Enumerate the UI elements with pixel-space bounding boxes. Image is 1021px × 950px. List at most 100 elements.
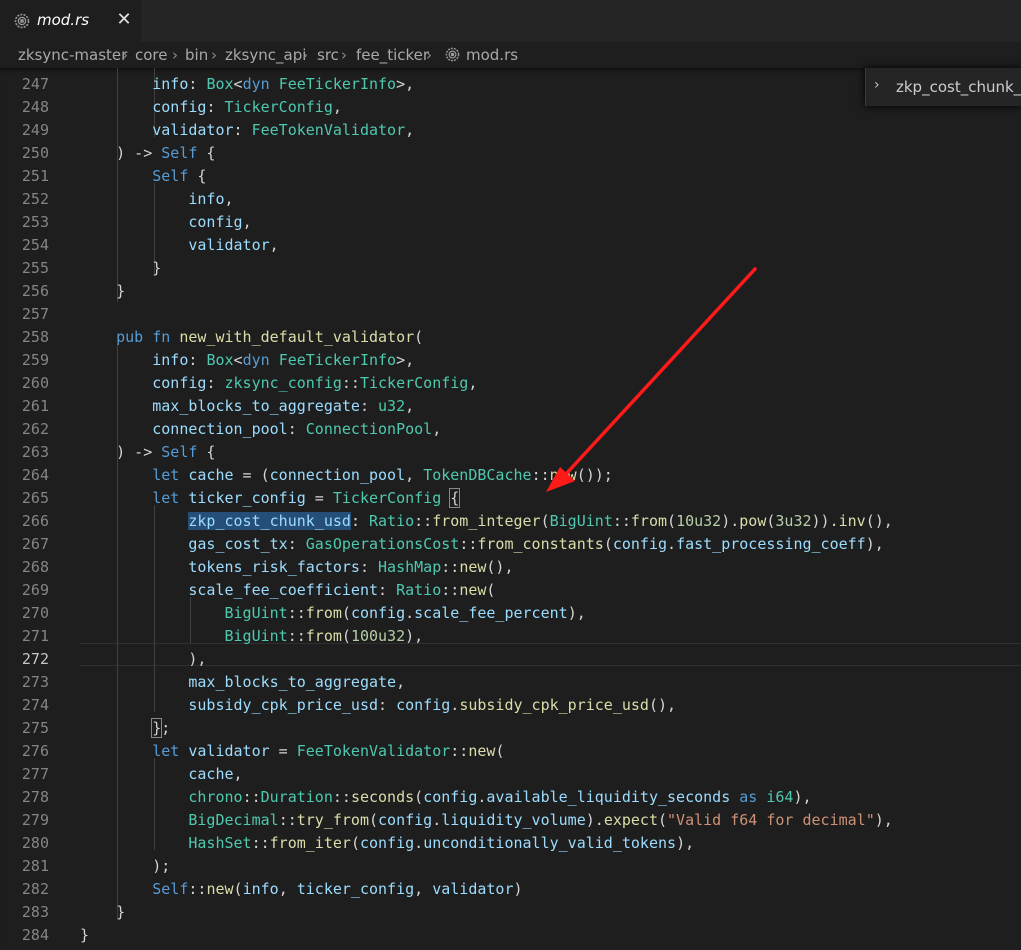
code-line[interactable]: 272 ), bbox=[0, 648, 1021, 671]
code-line[interactable]: 251 Self { bbox=[0, 165, 1021, 188]
line-number: 257 bbox=[21, 305, 49, 323]
code-line[interactable]: 279 BigDecimal::try_from(config.liquidit… bbox=[0, 809, 1021, 832]
tab-bar: mod.rs ✕ bbox=[0, 0, 1021, 42]
line-code: max_blocks_to_aggregate: u32, bbox=[152, 397, 415, 415]
breadcrumb-item-zksync-api[interactable]: zksync_api bbox=[225, 46, 306, 64]
code-line[interactable]: 282 Self::new(info, ticker_config, valid… bbox=[0, 878, 1021, 901]
line-number: 272 bbox=[21, 650, 49, 668]
chevron-right-icon: › bbox=[874, 77, 880, 93]
line-code: config: TickerConfig, bbox=[152, 98, 342, 116]
tab-mod-rs[interactable]: mod.rs ✕ bbox=[0, 0, 141, 42]
line-number: 284 bbox=[21, 926, 49, 944]
line-code: gas_cost_tx: GasOperationsCost::from_con… bbox=[188, 535, 884, 553]
code-line[interactable]: 256 } bbox=[0, 280, 1021, 303]
code-line[interactable]: 252 info, bbox=[0, 188, 1021, 211]
line-code: info, bbox=[188, 190, 234, 208]
breadcrumb: zksync-master › core › bin › zksync_api … bbox=[0, 42, 1021, 68]
line-number: 280 bbox=[21, 834, 49, 852]
code-line[interactable]: 273 max_blocks_to_aggregate, bbox=[0, 671, 1021, 694]
code-line[interactable]: 249 validator: FeeTokenValidator, bbox=[0, 119, 1021, 142]
breadcrumb-item-zksync-master[interactable]: zksync-master bbox=[18, 46, 127, 64]
code-line[interactable]: 280 HashSet::from_iter(config.unconditio… bbox=[0, 832, 1021, 855]
rust-file-icon bbox=[14, 13, 30, 29]
line-number: 275 bbox=[21, 719, 49, 737]
line-code: cache, bbox=[188, 765, 243, 783]
line-code: } bbox=[80, 282, 126, 300]
line-code: }; bbox=[151, 718, 171, 738]
code-line[interactable]: 283 } bbox=[0, 901, 1021, 924]
code-line[interactable]: 274 subsidy_cpk_price_usd: config.subsid… bbox=[0, 694, 1021, 717]
line-code: BigUint::from(100u32), bbox=[224, 627, 424, 645]
line-number: 264 bbox=[21, 466, 49, 484]
code-line[interactable]: 271 BigUint::from(100u32), bbox=[0, 625, 1021, 648]
line-code: config, bbox=[188, 213, 252, 231]
code-line[interactable]: 266 zkp_cost_chunk_usd: Ratio::from_inte… bbox=[0, 510, 1021, 533]
code-line[interactable]: 255 } bbox=[0, 257, 1021, 280]
code-line[interactable]: 259 info: Box<dyn FeeTickerInfo>, bbox=[0, 349, 1021, 372]
line-number: 265 bbox=[21, 489, 49, 507]
code-line[interactable]: 253 config, bbox=[0, 211, 1021, 234]
line-number: 268 bbox=[21, 558, 49, 576]
line-code: let validator = FeeTokenValidator::new( bbox=[152, 742, 505, 760]
line-code: ); bbox=[80, 857, 171, 875]
line-number: 255 bbox=[21, 259, 49, 277]
line-code: ), bbox=[80, 650, 207, 668]
code-line[interactable]: 275 }; bbox=[0, 717, 1021, 740]
line-code: } bbox=[80, 926, 90, 944]
code-line[interactable]: 276 let validator = FeeTokenValidator::n… bbox=[0, 740, 1021, 763]
code-line[interactable]: 261 max_blocks_to_aggregate: u32, bbox=[0, 395, 1021, 418]
close-icon[interactable]: ✕ bbox=[113, 8, 135, 32]
code-line[interactable]: 264 let cache = (connection_pool, TokenD… bbox=[0, 464, 1021, 487]
breadcrumb-item-mod-rs[interactable]: mod.rs bbox=[466, 46, 518, 64]
line-number: 273 bbox=[21, 673, 49, 691]
outline-popup[interactable]: › zkp_cost_chunk_usd bbox=[865, 68, 1021, 106]
code-line[interactable]: 268 tokens_risk_factors: HashMap::new(), bbox=[0, 556, 1021, 579]
line-number: 263 bbox=[21, 443, 49, 461]
line-number: 248 bbox=[21, 98, 49, 116]
code-line[interactable]: 263 ) -> Self { bbox=[0, 441, 1021, 464]
line-code: Self::new(info, ticker_config, validator… bbox=[152, 880, 523, 898]
line-code: pub fn new_with_default_validator( bbox=[116, 328, 424, 346]
breadcrumb-separator: › bbox=[302, 46, 308, 64]
code-line[interactable]: 265 let ticker_config = TickerConfig { bbox=[0, 487, 1021, 510]
line-code: Self { bbox=[152, 167, 207, 185]
line-number: 266 bbox=[21, 512, 49, 530]
code-line[interactable]: 262 connection_pool: ConnectionPool, bbox=[0, 418, 1021, 441]
line-number: 251 bbox=[21, 167, 49, 185]
rust-file-icon bbox=[445, 47, 460, 62]
code-line[interactable]: 270 BigUint::from(config.scale_fee_perce… bbox=[0, 602, 1021, 625]
breadcrumb-separator: › bbox=[426, 46, 432, 64]
breadcrumb-item-fee-ticker[interactable]: fee_ticker bbox=[356, 46, 429, 64]
code-line[interactable]: 281 ); bbox=[0, 855, 1021, 878]
line-code: BigDecimal::try_from(config.liquidity_vo… bbox=[188, 811, 893, 829]
line-code: ) -> Self { bbox=[80, 443, 216, 461]
code-line[interactable]: 267 gas_cost_tx: GasOperationsCost::from… bbox=[0, 533, 1021, 556]
breadcrumb-item-src[interactable]: src bbox=[317, 46, 339, 64]
line-number: 261 bbox=[21, 397, 49, 415]
line-code: scale_fee_coefficient: Ratio::new( bbox=[188, 581, 496, 599]
line-number: 262 bbox=[21, 420, 49, 438]
line-code: max_blocks_to_aggregate, bbox=[188, 673, 406, 691]
code-line[interactable]: 257 bbox=[0, 303, 1021, 326]
line-code: validator, bbox=[188, 236, 279, 254]
line-code: let cache = (connection_pool, TokenDBCac… bbox=[152, 466, 613, 484]
code-line[interactable]: 260 config: zksync_config::TickerConfig, bbox=[0, 372, 1021, 395]
line-code: let ticker_config = TickerConfig { bbox=[152, 488, 461, 508]
breadcrumb-separator: › bbox=[172, 46, 178, 64]
line-number: 277 bbox=[21, 765, 49, 783]
code-editor[interactable]: 247 info: Box<dyn FeeTickerInfo>, 248 con… bbox=[0, 68, 1021, 950]
code-line[interactable]: 250 ) -> Self { bbox=[0, 142, 1021, 165]
line-number: 282 bbox=[21, 880, 49, 898]
line-code: config: zksync_config::TickerConfig, bbox=[152, 374, 478, 392]
code-line[interactable]: 258 pub fn new_with_default_validator( bbox=[0, 326, 1021, 349]
code-line[interactable]: 269 scale_fee_coefficient: Ratio::new( bbox=[0, 579, 1021, 602]
breadcrumb-item-bin[interactable]: bin bbox=[185, 46, 208, 64]
line-number: 254 bbox=[21, 236, 49, 254]
code-line[interactable]: 284} bbox=[0, 924, 1021, 947]
breadcrumb-separator: › bbox=[341, 46, 347, 64]
line-number: 252 bbox=[21, 190, 49, 208]
breadcrumb-item-core[interactable]: core bbox=[135, 46, 168, 64]
code-line[interactable]: 278 chrono::Duration::seconds(config.ava… bbox=[0, 786, 1021, 809]
code-line[interactable]: 277 cache, bbox=[0, 763, 1021, 786]
code-line[interactable]: 254 validator, bbox=[0, 234, 1021, 257]
